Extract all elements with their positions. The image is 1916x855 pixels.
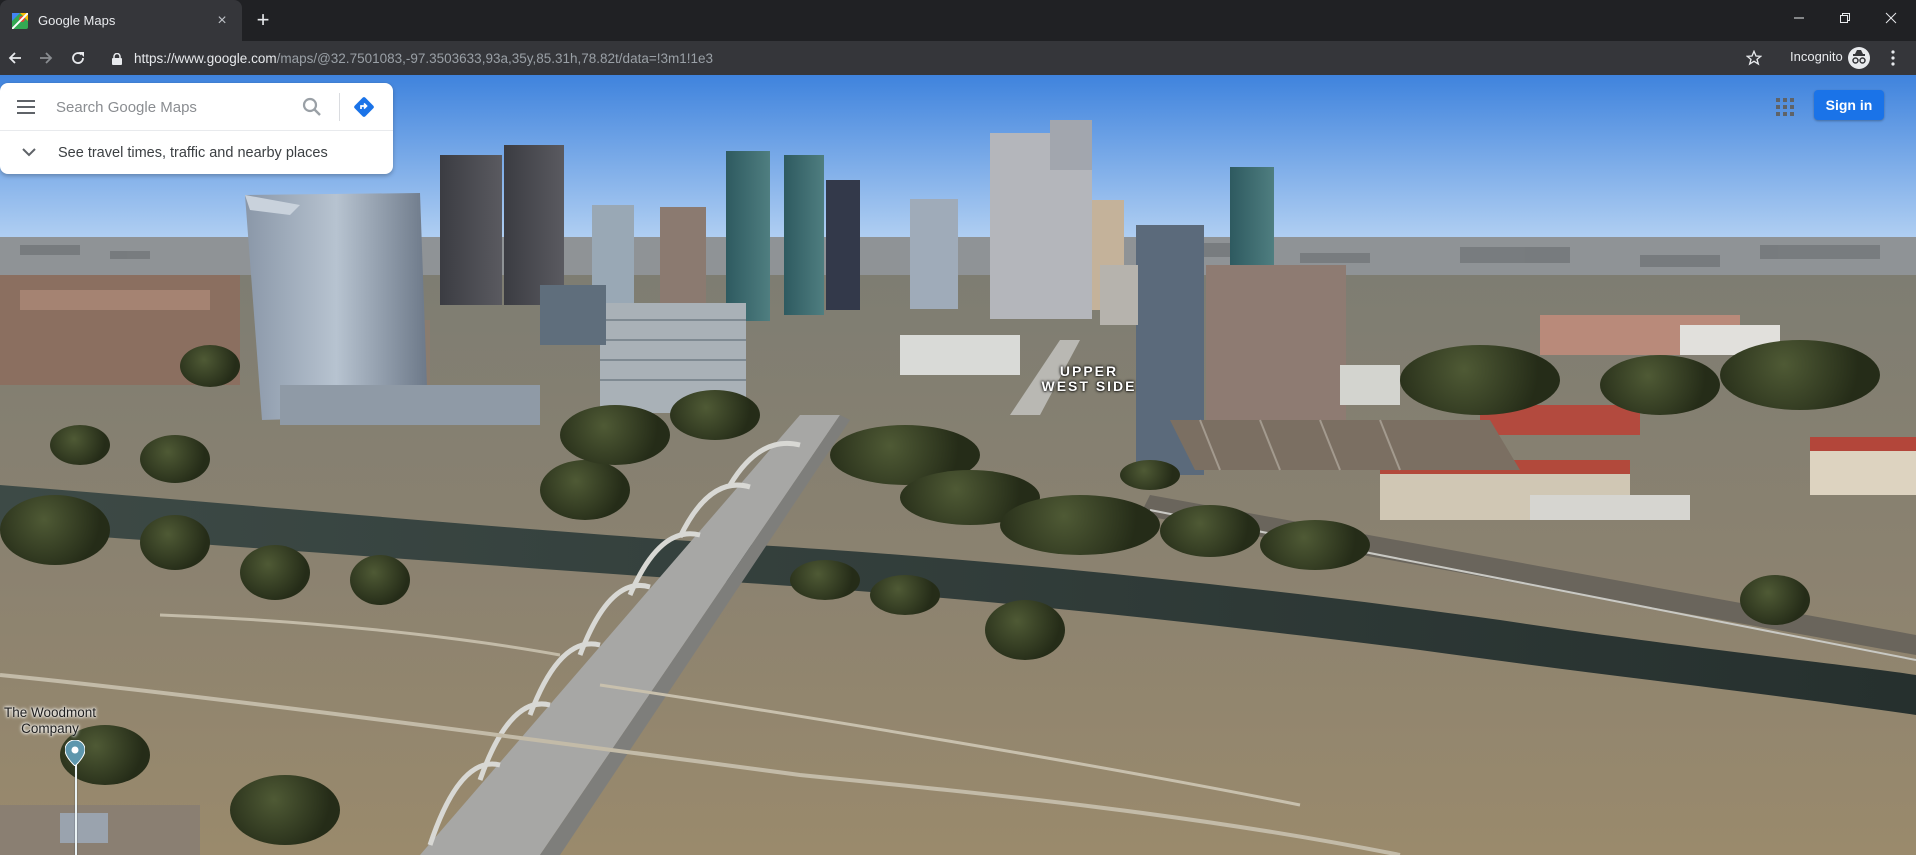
tree: [790, 560, 860, 600]
menu-icon[interactable]: [17, 100, 35, 114]
poi-pin-icon[interactable]: [64, 739, 86, 767]
neighborhood-label[interactable]: UPPER WEST SIDE: [1034, 364, 1144, 394]
browser-tab[interactable]: Google Maps ×: [0, 0, 242, 41]
search-input[interactable]: [56, 95, 286, 119]
tree: [1160, 505, 1260, 557]
arrow-left-icon: [8, 52, 21, 64]
directions-icon[interactable]: [352, 95, 378, 119]
url-path: /maps/@32.7501083,-97.3503633,93a,35y,85…: [276, 50, 714, 66]
back-button[interactable]: [2, 45, 28, 71]
chevron-down-icon[interactable]: [0, 131, 58, 174]
restore-window-button[interactable]: [1822, 0, 1868, 36]
arrow-right-icon: [40, 52, 53, 64]
bookmark-star-icon[interactable]: [1742, 46, 1766, 70]
poi-pin-stem: [75, 762, 77, 855]
tree: [985, 600, 1065, 660]
neighborhood-label-line2: WEST SIDE: [1041, 378, 1137, 394]
close-window-button[interactable]: [1868, 0, 1914, 36]
browser-toolbar: https://www.google.com/maps/@32.7501083,…: [0, 41, 1916, 75]
tree: [1400, 345, 1560, 415]
search-card: See travel times, traffic and nearby pla…: [0, 83, 393, 174]
poi-label-line2: Company: [21, 721, 79, 736]
tree: [180, 345, 240, 387]
search-box: [0, 83, 393, 131]
close-tab-icon[interactable]: ×: [212, 12, 232, 30]
more-vert-icon: [1891, 50, 1895, 66]
tab-title: Google Maps: [38, 13, 116, 28]
reload-button[interactable]: [65, 45, 91, 71]
tree: [1120, 460, 1180, 490]
minimize-icon: [1794, 17, 1804, 19]
tree: [1260, 520, 1370, 570]
url-text: https://www.google.com/maps/@32.7501083,…: [134, 51, 713, 66]
tree: [1720, 340, 1880, 410]
tree: [1740, 575, 1810, 625]
tree: [50, 425, 110, 465]
tree: [870, 575, 940, 615]
tree: [540, 460, 630, 520]
browser-menu-button[interactable]: [1882, 45, 1904, 71]
tree: [1000, 495, 1160, 555]
lock-icon: [112, 52, 122, 65]
close-icon: [1885, 12, 1897, 24]
tree: [350, 555, 410, 605]
tree: [140, 515, 210, 570]
browser-tab-bar: Google Maps × +: [0, 0, 1916, 41]
address-bar[interactable]: https://www.google.com/maps/@32.7501083,…: [100, 43, 1768, 73]
travel-times-text: See travel times, traffic and nearby pla…: [58, 144, 328, 161]
google-apps-icon[interactable]: [1772, 94, 1796, 118]
tree: [240, 545, 310, 600]
tree: [0, 495, 110, 565]
restore-icon: [1840, 13, 1850, 23]
forward-button[interactable]: [33, 45, 59, 71]
tree: [230, 775, 340, 845]
reload-icon: [72, 52, 84, 64]
new-tab-button[interactable]: +: [250, 8, 276, 34]
search-divider: [339, 93, 340, 121]
incognito-label: Incognito: [1790, 49, 1843, 64]
tree: [1600, 355, 1720, 415]
tree: [560, 405, 670, 465]
minimize-window-button[interactable]: [1776, 0, 1822, 36]
poi-label-line1: The Woodmont: [3, 705, 97, 720]
tree: [140, 435, 210, 483]
poi-label[interactable]: The Woodmont Company: [0, 705, 100, 737]
url-host: https://www.google.com: [134, 50, 277, 66]
sign-in-button[interactable]: Sign in: [1814, 90, 1884, 120]
search-icon[interactable]: [298, 95, 326, 119]
incognito-icon[interactable]: [1848, 47, 1870, 69]
travel-times-row[interactable]: See travel times, traffic and nearby pla…: [0, 131, 393, 174]
map-canvas[interactable]: [0, 75, 1916, 855]
google-maps-favicon-icon: [11, 11, 29, 30]
neighborhood-label-line1: UPPER: [1059, 363, 1119, 379]
tree: [670, 390, 760, 440]
